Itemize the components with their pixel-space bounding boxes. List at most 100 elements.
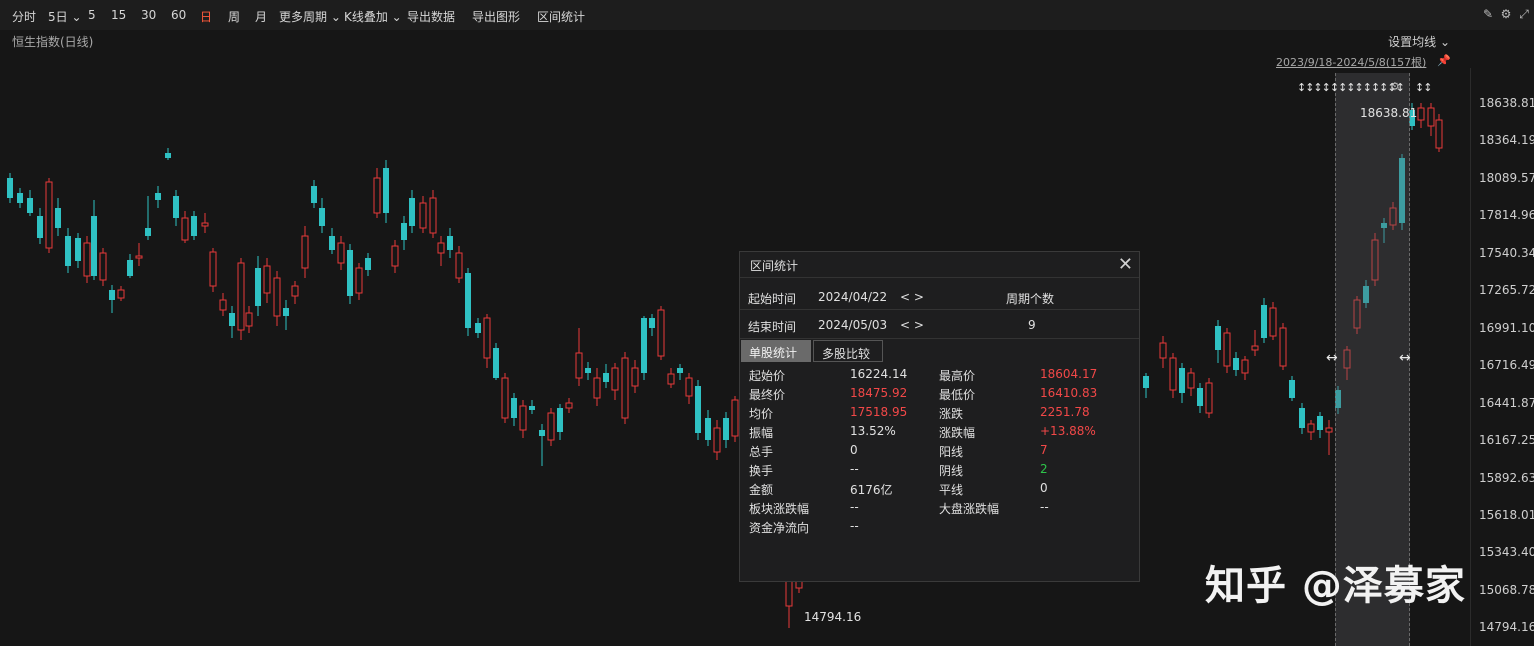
stat-label: 涨跌幅 — [939, 426, 976, 440]
price-tick-label: 14794.16 — [1479, 620, 1534, 635]
start-date-value[interactable]: 2024/04/22 — [818, 290, 887, 304]
chart-title: 恒生指数(日线) — [12, 35, 94, 49]
price-tick-label: 18089.57 — [1479, 170, 1534, 185]
tab-single-stock-stats[interactable]: 单股统计 — [741, 340, 811, 362]
brush-icon[interactable]: ✎ — [1481, 7, 1495, 21]
candle-body — [27, 198, 33, 213]
candle-body — [1187, 372, 1195, 389]
period-low-label: 14794.16 — [804, 610, 862, 624]
candle-body — [649, 318, 655, 328]
close-icon[interactable]: ✕ — [1118, 254, 1133, 275]
price-axis: 18638.81 18364.19 18089.57 17814.96 17540.34… — [1470, 68, 1534, 646]
candle-body — [705, 418, 711, 440]
tab-5day[interactable]: 5日 ⌄ — [48, 8, 82, 25]
interval-right-handle-icon[interactable]: ↔ — [1399, 350, 1411, 366]
candle-body — [429, 197, 437, 234]
candle-body — [145, 228, 151, 236]
tab-60min[interactable]: 60 — [171, 8, 186, 22]
candle-body — [667, 373, 675, 385]
candle-body — [493, 348, 499, 378]
candle-body — [455, 252, 463, 279]
interval-stats-button[interactable]: 区间统计 — [537, 8, 585, 25]
stat-value: -- — [850, 500, 859, 514]
candle-body — [127, 260, 133, 276]
stat-label: 最低价 — [939, 388, 976, 402]
candle-body — [1317, 416, 1323, 430]
candle-body — [501, 377, 509, 419]
candle-body — [337, 242, 345, 264]
candle-body — [311, 186, 317, 203]
candle-body — [1417, 107, 1425, 121]
end-time-row: 结束时间 2024/05/03 < > 9 — [740, 310, 1139, 338]
candle-body — [245, 312, 253, 327]
period-high-label: 18638.81 — [1360, 106, 1418, 120]
ma-settings-dropdown[interactable]: 设置均线 ⌄ — [1388, 33, 1450, 50]
candle-body — [677, 368, 683, 373]
candle-body — [465, 273, 471, 328]
candle-body — [1223, 332, 1231, 367]
candle-body — [347, 250, 353, 296]
tab-15min[interactable]: 15 — [111, 8, 126, 22]
interval-left-handle-icon[interactable]: ↔ — [1326, 350, 1338, 366]
candle-body — [519, 405, 527, 431]
candle-body — [603, 373, 609, 382]
tab-multi-stock-compare[interactable]: 多股比较 — [813, 340, 883, 362]
candle-body — [135, 255, 143, 259]
candle-body — [1197, 388, 1203, 406]
candle-body — [1205, 382, 1213, 414]
stat-value: 16410.83 — [1040, 386, 1098, 400]
stat-value: 2 — [1040, 462, 1048, 476]
pin-icon[interactable]: 📌 — [1437, 54, 1451, 67]
tab-weekly[interactable]: 周 — [228, 8, 240, 25]
period-count-value: 9 — [1028, 318, 1036, 332]
stat-label: 均价 — [749, 407, 774, 421]
tab-30min[interactable]: 30 — [141, 8, 156, 22]
price-tick-label: 16167.25 — [1479, 433, 1534, 448]
price-tick-label: 17265.72 — [1479, 283, 1534, 298]
candle-body — [483, 317, 491, 359]
settings-icon[interactable]: ⚙ — [1499, 7, 1513, 21]
export-chart-button[interactable]: 导出图形 — [472, 8, 520, 25]
candle-body — [1179, 368, 1185, 393]
price-tick-label: 16441.87 — [1479, 395, 1534, 410]
candle-body — [475, 323, 481, 333]
stat-value: +13.88% — [1040, 424, 1096, 438]
stat-label: 振幅 — [749, 426, 774, 440]
watermark: 知乎 @泽募家 — [1205, 563, 1466, 609]
candle-body — [117, 289, 125, 299]
candle-body — [383, 168, 389, 213]
interval-gear-icon[interactable]: ⚙ — [1390, 80, 1400, 93]
more-periods-dropdown[interactable]: 更多周期 ⌄ — [279, 8, 341, 25]
candle-body — [1261, 305, 1267, 338]
export-data-button[interactable]: 导出数据 — [407, 8, 455, 25]
candle-body — [229, 313, 235, 326]
stat-value: 18475.92 — [850, 386, 908, 400]
candle-body — [7, 178, 13, 198]
candle-body — [1143, 376, 1149, 388]
tab-intraday[interactable]: 分时 — [12, 8, 36, 25]
candle-body — [1299, 408, 1305, 428]
tab-5min[interactable]: 5 — [88, 8, 96, 22]
stat-label: 换手 — [749, 464, 774, 478]
stat-value: 13.52% — [850, 424, 896, 438]
candle-body — [731, 399, 739, 437]
end-date-nav-arrows[interactable]: < > — [900, 318, 924, 332]
candle-body — [209, 251, 217, 287]
tab-daily[interactable]: 日 — [200, 8, 212, 25]
candle-body — [585, 368, 591, 373]
kline-overlay-dropdown[interactable]: K线叠加 ⌄ — [344, 8, 402, 25]
candle-body — [329, 236, 335, 250]
candle-body — [785, 577, 793, 607]
candle-body — [685, 377, 693, 397]
candle-body — [1215, 326, 1221, 350]
fullscreen-icon[interactable]: ⤢ — [1517, 7, 1531, 21]
stat-label: 大盘涨跌幅 — [939, 502, 1000, 516]
candle-body — [75, 238, 81, 261]
candle-body — [173, 196, 179, 218]
candle-body — [511, 398, 517, 418]
candle-body — [593, 377, 601, 399]
start-date-nav-arrows[interactable]: < > — [900, 290, 924, 304]
candle-body — [1307, 423, 1315, 433]
end-date-value[interactable]: 2024/05/03 — [818, 318, 887, 332]
tab-monthly[interactable]: 月 — [255, 8, 267, 25]
